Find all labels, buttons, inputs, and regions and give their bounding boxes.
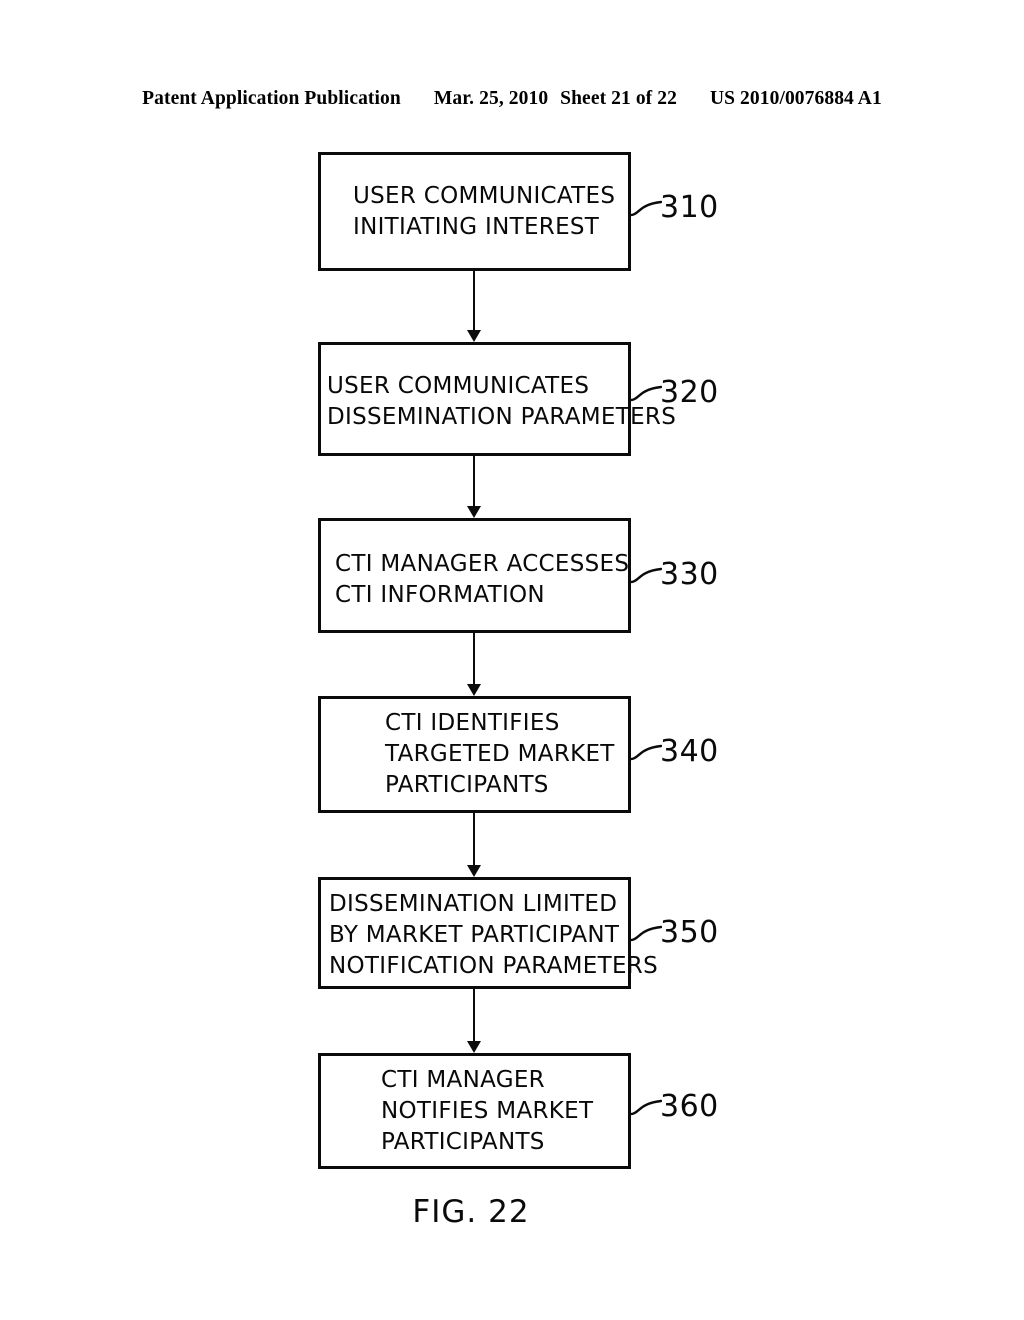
reference-numeral-360: 360 xyxy=(628,1084,719,1130)
reference-numeral-350: 350 xyxy=(628,910,719,956)
flowchart-step-340-text: CTI IDENTIFIES TARGETED MARKET PARTICIPA… xyxy=(321,708,628,801)
flowchart-step-360-line-3: PARTICIPANTS xyxy=(381,1128,545,1155)
connector-arrow-320-to-330 xyxy=(467,456,481,518)
reference-numeral-310: 310 xyxy=(628,185,719,231)
flowchart-step-330-line-1: CTI MANAGER ACCESSES xyxy=(335,550,630,577)
reference-numeral-320: 320 xyxy=(628,370,719,416)
flowchart-diagram: USER COMMUNICATES INITIATING INTEREST 31… xyxy=(0,0,1024,1320)
reference-numeral-330: 330 xyxy=(628,552,719,598)
arrowhead-icon xyxy=(467,1041,481,1053)
flowchart-step-350: DISSEMINATION LIMITED BY MARKET PARTICIP… xyxy=(318,877,658,989)
lead-line-350-icon xyxy=(628,925,662,942)
reference-numeral-310-label: 310 xyxy=(660,190,719,225)
flowchart-step-320-line-1: USER COMMUNICATES xyxy=(327,373,590,399)
flowchart-step-310-text: USER COMMUNICATES INITIATING INTEREST xyxy=(321,181,628,243)
reference-numeral-340-label: 340 xyxy=(660,734,719,769)
flowchart-step-350-line-3: NOTIFICATION PARAMETERS xyxy=(329,952,658,979)
flowchart-step-320-line-2: DISSEMINATION PARAMETERS xyxy=(327,404,677,430)
flowchart-step-310-line-1: USER COMMUNICATES xyxy=(353,182,616,209)
connector-shaft xyxy=(473,633,475,685)
arrowhead-icon xyxy=(467,330,481,342)
flowchart-step-360: CTI MANAGER NOTIFIES MARKET PARTICIPANTS xyxy=(318,1053,631,1169)
flowchart-step-340: CTI IDENTIFIES TARGETED MARKET PARTICIPA… xyxy=(318,696,631,813)
reference-numeral-360-label: 360 xyxy=(660,1089,719,1124)
connector-arrow-330-to-340 xyxy=(467,633,481,696)
arrowhead-icon xyxy=(467,506,481,518)
reference-numeral-320-label: 320 xyxy=(660,375,719,410)
flowchart-step-330-text: CTI MANAGER ACCESSES CTI INFORMATION xyxy=(321,549,630,611)
flowchart-step-330-line-2: CTI INFORMATION xyxy=(335,581,545,608)
connector-shaft xyxy=(473,989,475,1042)
connector-shaft xyxy=(473,271,475,331)
flowchart-step-340-line-3: PARTICIPANTS xyxy=(385,772,549,798)
figure-caption-label: FIG. 22 xyxy=(412,1194,530,1230)
flowchart-step-310-line-2: INITIATING INTEREST xyxy=(353,213,600,240)
connector-shaft xyxy=(473,813,475,866)
connector-arrow-310-to-320 xyxy=(467,271,481,342)
connector-shaft xyxy=(473,456,475,507)
reference-numeral-340: 340 xyxy=(628,729,719,775)
flowchart-step-360-text: CTI MANAGER NOTIFIES MARKET PARTICIPANTS xyxy=(321,1065,628,1158)
lead-line-310-icon xyxy=(628,200,662,217)
flowchart-step-320: USER COMMUNICATES DISSEMINATION PARAMETE… xyxy=(318,342,677,456)
lead-line-320-icon xyxy=(628,385,662,402)
connector-arrow-340-to-350 xyxy=(467,813,481,877)
lead-line-330-icon xyxy=(628,567,662,584)
figure-caption: FIG. 22 xyxy=(0,1193,1024,1231)
flowchart-step-320-text: USER COMMUNICATES DISSEMINATION PARAMETE… xyxy=(321,371,677,433)
flowchart-step-350-line-1: DISSEMINATION LIMITED xyxy=(329,890,618,917)
flowchart-step-360-line-1: CTI MANAGER xyxy=(381,1066,545,1093)
connector-arrow-350-to-360 xyxy=(467,989,481,1053)
reference-numeral-330-label: 330 xyxy=(660,557,719,592)
flowchart-step-350-text: DISSEMINATION LIMITED BY MARKET PARTICIP… xyxy=(321,889,658,982)
reference-numeral-350-label: 350 xyxy=(660,915,719,950)
flowchart-step-360-line-2: NOTIFIES MARKET xyxy=(381,1097,594,1124)
lead-line-340-icon xyxy=(628,744,662,761)
flowchart-step-310: USER COMMUNICATES INITIATING INTEREST xyxy=(318,152,631,271)
arrowhead-icon xyxy=(467,865,481,877)
lead-line-360-icon xyxy=(628,1099,662,1116)
flowchart-step-330: CTI MANAGER ACCESSES CTI INFORMATION xyxy=(318,518,631,633)
flowchart-step-340-line-1: CTI IDENTIFIES xyxy=(385,710,560,736)
flowchart-step-340-line-2: TARGETED MARKET xyxy=(385,741,615,767)
arrowhead-icon xyxy=(467,684,481,696)
flowchart-step-350-line-2: BY MARKET PARTICIPANT xyxy=(329,921,620,948)
